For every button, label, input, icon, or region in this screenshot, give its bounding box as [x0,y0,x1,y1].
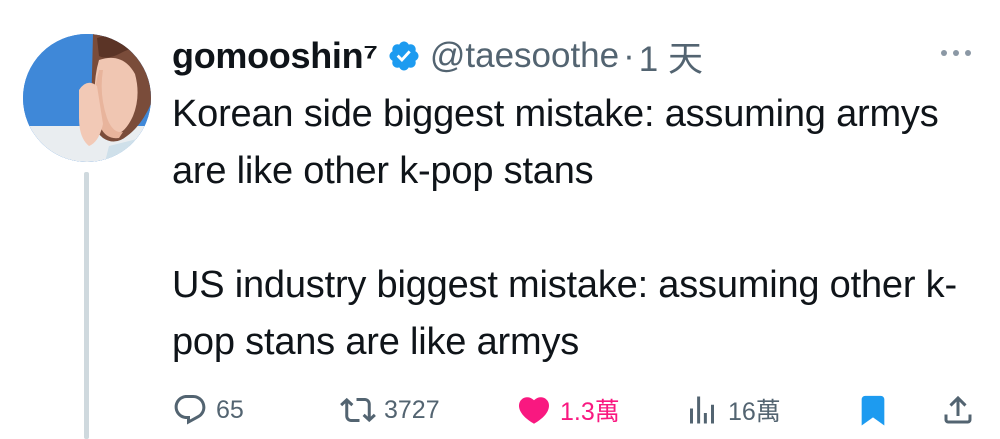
verified-badge-icon [387,39,421,73]
reply-button[interactable]: 65 [172,386,244,434]
retweet-button[interactable]: 3727 [340,386,440,434]
tweet-paragraph: Korean side biggest mistake: assuming ar… [172,93,939,192]
views-count: 16萬 [728,398,781,426]
tweet-text: Korean side biggest mistake: assuming ar… [172,86,982,371]
retweet-count: 3727 [384,395,440,424]
share-button[interactable] [940,386,976,434]
thread-line [84,172,89,439]
bookmark-icon [856,392,890,428]
author-handle[interactable]: @taesoothe [430,36,619,76]
more-options-icon[interactable] [936,45,976,61]
tweet-timestamp[interactable]: 1 天 [639,31,703,82]
display-name[interactable]: gomooshin⁷ [172,35,378,77]
reply-count: 65 [216,395,244,424]
avatar[interactable] [23,34,151,162]
heart-icon [516,392,552,428]
bookmark-button[interactable] [856,386,890,434]
views-button[interactable]: 16萬 [684,386,781,434]
header-separator: · [623,36,635,75]
share-icon [940,392,976,428]
reply-icon [172,392,208,428]
like-count: 1.3萬 [560,398,620,426]
like-button[interactable]: 1.3萬 [516,386,620,434]
retweet-icon [340,392,376,428]
action-bar: 65 3727 1.3萬 16萬 [172,386,982,434]
tweet-paragraph: US industry biggest mistake: assuming ot… [172,264,957,363]
avatar-photo [23,34,151,162]
views-chart-icon [684,392,720,428]
tweet-header: gomooshin⁷ @taesoothe · 1 天 [172,30,703,82]
